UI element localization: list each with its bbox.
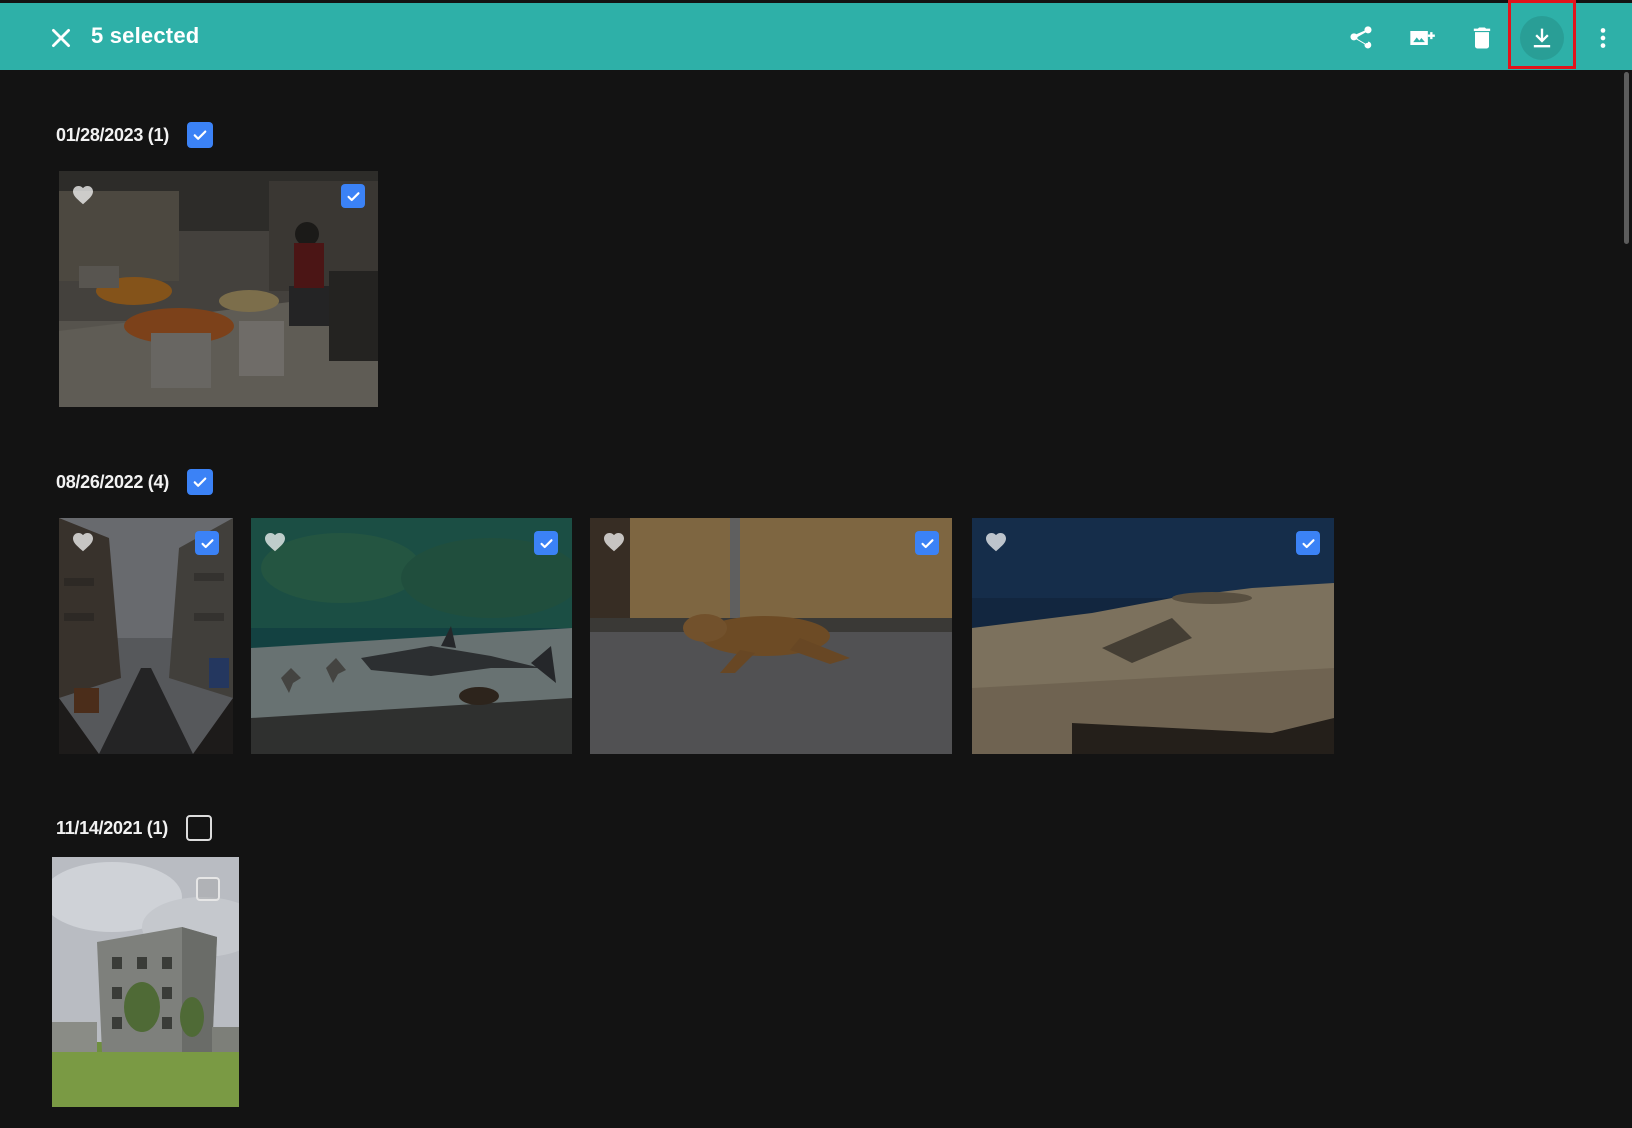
add-to-album-icon	[1410, 31, 1435, 45]
selected-count: 5 selected	[91, 23, 200, 48]
scrollbar[interactable]	[1624, 72, 1629, 244]
heart-icon[interactable]	[71, 530, 95, 554]
date-group-header: 11/14/2021 (1)	[56, 815, 212, 841]
photo-thumbnail[interactable]	[972, 518, 1334, 754]
photo-select-checkbox[interactable]	[915, 531, 939, 555]
photo-thumbnail[interactable]	[251, 518, 572, 754]
heart-icon[interactable]	[263, 530, 287, 554]
selection-overlay	[972, 518, 1334, 754]
check-icon	[200, 538, 214, 548]
photo-select-checkbox[interactable]	[341, 184, 365, 208]
photo-thumbnail[interactable]	[59, 171, 378, 407]
check-icon	[539, 538, 553, 548]
check-icon	[1301, 538, 1315, 548]
date-group-header: 01/28/2023 (1)	[56, 122, 213, 148]
selection-overlay	[590, 518, 952, 754]
check-icon	[920, 538, 934, 548]
photo-thumbnail[interactable]	[590, 518, 952, 754]
group-select-checkbox[interactable]	[186, 469, 213, 495]
check-icon	[346, 191, 360, 201]
check-icon	[193, 477, 207, 487]
share-icon	[1350, 26, 1372, 49]
photo-select-checkbox[interactable]	[196, 877, 220, 901]
group-select-checkbox[interactable]	[185, 815, 212, 841]
group-select-checkbox[interactable]	[186, 122, 213, 148]
group-date-label: 08/26/2022 (4)	[56, 471, 169, 492]
photo-thumbnail[interactable]	[59, 518, 233, 754]
heart-icon[interactable]	[984, 530, 1008, 554]
more-options-button[interactable]	[1581, 16, 1625, 60]
check-icon	[193, 130, 207, 140]
close-icon[interactable]	[48, 25, 74, 51]
group-date-label: 01/28/2023 (1)	[56, 124, 169, 145]
add-to-album-button[interactable]	[1400, 16, 1444, 60]
group-date-label: 11/14/2021 (1)	[56, 817, 168, 838]
download-highlight	[1508, 0, 1576, 69]
photo-select-checkbox[interactable]	[1296, 531, 1320, 555]
selection-toolbar: 5 selected	[0, 3, 1632, 70]
more-vert-icon	[1600, 28, 1606, 48]
trash-icon	[1473, 27, 1491, 49]
date-group-header: 08/26/2022 (4)	[56, 469, 213, 495]
selection-overlay	[59, 171, 378, 407]
delete-button[interactable]	[1460, 16, 1504, 60]
photo-thumbnail[interactable]	[52, 857, 239, 1107]
heart-icon[interactable]	[71, 183, 95, 207]
heart-icon[interactable]	[602, 530, 626, 554]
selection-overlay	[251, 518, 572, 754]
share-button[interactable]	[1339, 16, 1383, 60]
photo-select-checkbox[interactable]	[195, 531, 219, 555]
photo-select-checkbox[interactable]	[534, 531, 558, 555]
